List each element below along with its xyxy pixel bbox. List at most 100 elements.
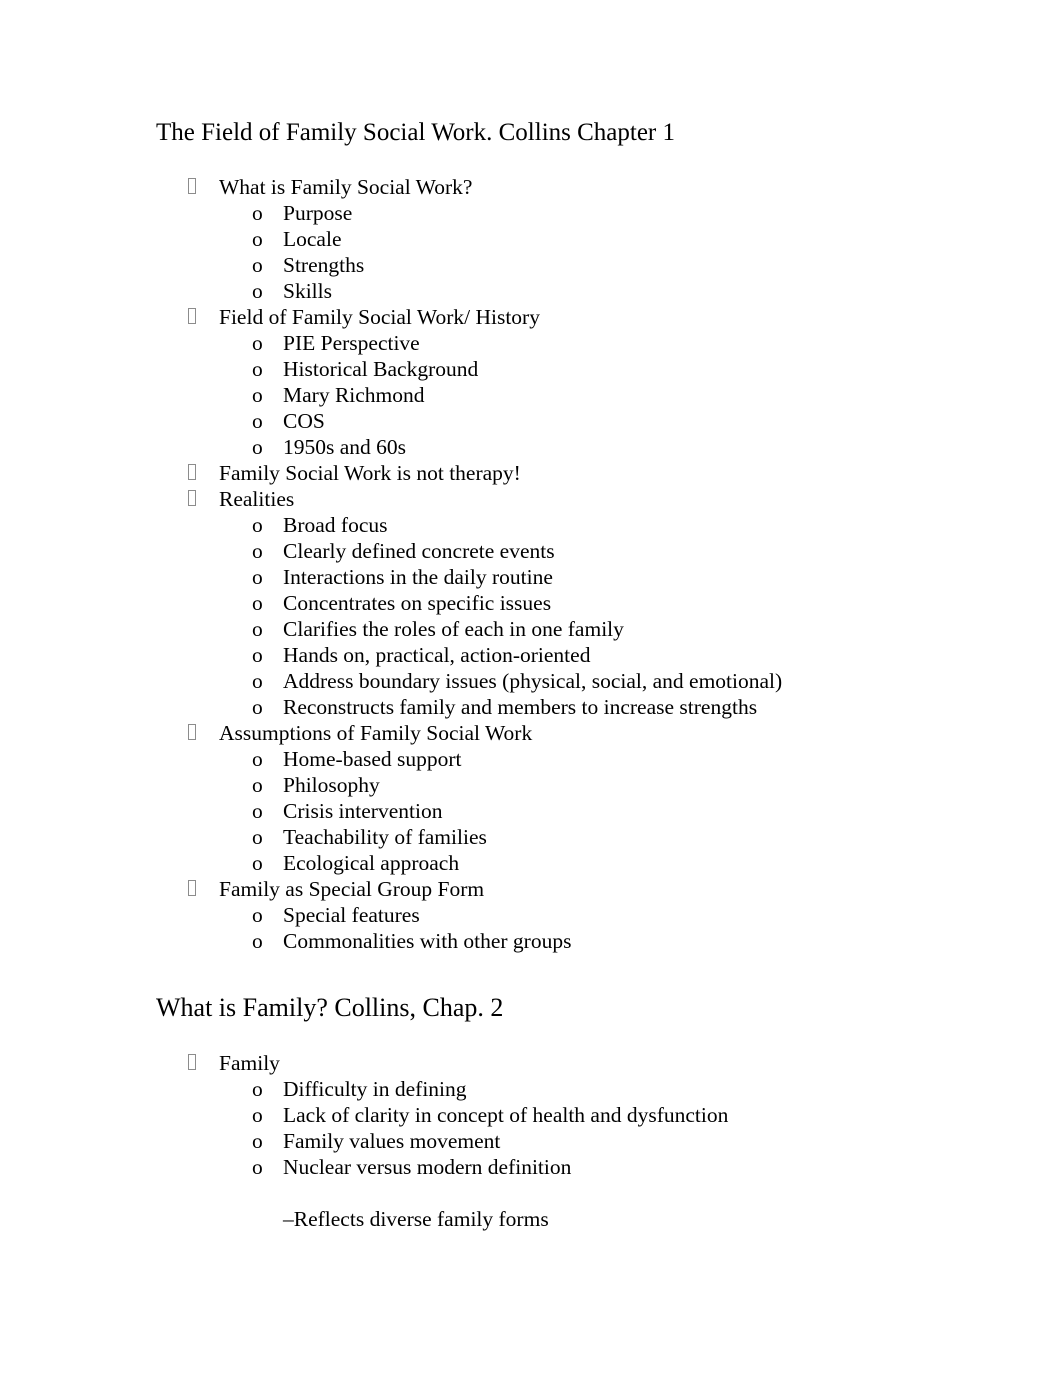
list-item: Assumptions of Family Social Work	[156, 720, 956, 746]
bullet-box-icon	[188, 307, 196, 324]
bullet-box-icon	[188, 177, 196, 194]
sublist: o Purpose o Locale o Strengths o Skills	[156, 200, 956, 304]
bullet-o-icon: o	[252, 850, 263, 875]
list-item-label: Philosophy	[283, 772, 380, 797]
bullet-o-icon: o	[252, 226, 263, 251]
list-item-label: Teachability of families	[283, 824, 487, 849]
list-item-label: Assumptions of Family Social Work	[219, 720, 533, 745]
list-item-label: Ecological approach	[283, 850, 460, 875]
list-item-label: Family	[219, 1051, 280, 1076]
list-item-label: Address boundary issues (physical, socia…	[283, 668, 783, 693]
list-item: o Special features	[156, 902, 956, 928]
list-item-label: Lack of clarity in concept of health and…	[283, 1103, 729, 1128]
list-item: o Concentrates on specific issues	[156, 590, 956, 616]
list-item-label: Crisis intervention	[283, 798, 443, 823]
list-item: o Lack of clarity in concept of health a…	[156, 1102, 956, 1128]
list-item: o Mary Richmond	[156, 382, 956, 408]
list-item: Family Social Work is not therapy!	[156, 460, 956, 486]
list-item: o Commonalities with other groups	[156, 928, 956, 954]
list-item: o Difficulty in defining	[156, 1076, 956, 1102]
list-item-label: Clarifies the roles of each in one famil…	[283, 616, 624, 641]
list-item: o Home-based support	[156, 746, 956, 772]
list-item-label: Difficulty in defining	[283, 1077, 467, 1102]
bullet-o-icon: o	[252, 278, 263, 303]
bullet-o-icon: o	[252, 330, 263, 355]
list-item: o Interactions in the daily routine	[156, 564, 956, 590]
list-item: o Historical Background	[156, 356, 956, 382]
bullet-o-icon: o	[252, 902, 263, 927]
list-item-label: Concentrates on specific issues	[283, 590, 552, 615]
list-item: o 1950s and 60s	[156, 434, 956, 460]
bullet-o-icon: o	[252, 746, 263, 771]
bullet-box-icon	[188, 463, 196, 480]
bullet-o-icon: o	[252, 200, 263, 225]
bullet-o-icon: o	[252, 798, 263, 823]
bullet-o-icon: o	[252, 356, 263, 381]
section-heading-2: What is Family? Collins, Chap. 2	[156, 992, 504, 1022]
list-item-label: Historical Background	[283, 356, 479, 381]
list-item: o Clearly defined concrete events	[156, 538, 956, 564]
sublist: o Broad focus o Clearly defined concrete…	[156, 512, 956, 720]
list-item: o PIE Perspective	[156, 330, 956, 356]
list-item: o Crisis intervention	[156, 798, 956, 824]
bullet-o-icon: o	[252, 642, 263, 667]
list-item-label: Purpose	[283, 200, 353, 225]
bullet-o-icon: o	[252, 1129, 263, 1154]
list-item: o Broad focus	[156, 512, 956, 538]
bullet-o-icon: o	[252, 408, 263, 433]
list-item-label: Mary Richmond	[283, 382, 425, 407]
sublist: o Difficulty in defining o Lack of clari…	[156, 1076, 956, 1180]
list-item: o Locale	[156, 226, 956, 252]
list-item-label: Strengths	[283, 252, 365, 277]
list-item: o Teachability of families	[156, 824, 956, 850]
bullet-o-icon: o	[252, 434, 263, 459]
list-item: o Nuclear versus modern definition	[156, 1154, 956, 1180]
bullet-o-icon: o	[252, 512, 263, 537]
bullet-o-icon: o	[252, 252, 263, 277]
list-item-label: Interactions in the daily routine	[283, 564, 553, 589]
list-item-label: Nuclear versus modern definition	[283, 1155, 572, 1180]
list-item: What is Family Social Work?	[156, 174, 956, 200]
list-item: o Family values movement	[156, 1128, 956, 1154]
list-item-label: Hands on, practical, action-oriented	[283, 642, 591, 667]
list-item: Family as Special Group Form	[156, 876, 956, 902]
list-item-label: Home-based support	[283, 746, 462, 771]
list-item-label: Skills	[283, 278, 332, 303]
list-item-label: Family as Special Group Form	[219, 876, 485, 901]
bullet-o-icon: o	[252, 772, 263, 797]
list-item-label: What is Family Social Work?	[219, 174, 473, 199]
note-line: –Reflects diverse family forms	[283, 1207, 549, 1232]
list-item: o Strengths	[156, 252, 956, 278]
list-item-label: Family Social Work is not therapy!	[219, 460, 521, 485]
bullet-o-icon: o	[252, 616, 263, 641]
list-item-label: 1950s and 60s	[283, 434, 407, 459]
list-item: o Ecological approach	[156, 850, 956, 876]
list-item: o Clarifies the roles of each in one fam…	[156, 616, 956, 642]
list-item: o COS	[156, 408, 956, 434]
list-item-label: Realities	[219, 486, 295, 511]
sublist: o Home-based support o Philosophy o Cris…	[156, 746, 956, 876]
list-item-label: Family values movement	[283, 1129, 501, 1154]
outline-list-section-2: Family o Difficulty in defining o Lack o…	[156, 1050, 956, 1232]
list-item: o Purpose	[156, 200, 956, 226]
bullet-box-icon	[188, 1054, 196, 1071]
outline-list-section-1: What is Family Social Work? o Purpose o …	[156, 174, 956, 954]
bullet-o-icon: o	[252, 1077, 263, 1102]
list-item-label: Special features	[283, 902, 420, 927]
list-item-label: Locale	[283, 226, 342, 251]
bullet-o-icon: o	[252, 382, 263, 407]
bullet-box-icon	[188, 723, 196, 740]
bullet-o-icon: o	[252, 668, 263, 693]
list-item-label: Broad focus	[283, 512, 388, 537]
list-item: o Reconstructs family and members to inc…	[156, 694, 956, 720]
bullet-box-icon	[188, 489, 196, 506]
bullet-o-icon: o	[252, 1155, 263, 1180]
list-item-label: Clearly defined concrete events	[283, 538, 555, 563]
document-body: The Field of Family Social Work. Collins…	[156, 118, 956, 1232]
list-item: o Philosophy	[156, 772, 956, 798]
bullet-o-icon: o	[252, 590, 263, 615]
sublist: o Special features o Commonalities with …	[156, 902, 956, 954]
document-page: The Field of Family Social Work. Collins…	[0, 0, 1062, 1377]
list-item: o Hands on, practical, action-oriented	[156, 642, 956, 668]
